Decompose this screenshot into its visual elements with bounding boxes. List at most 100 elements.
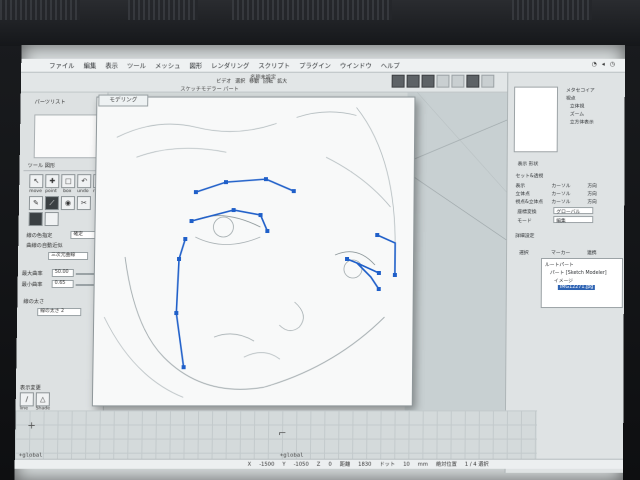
system-status-icons: ◔ ◂ ◷ [592,61,615,68]
toolbar-opt-move[interactable]: 移動 [249,78,259,85]
control-point[interactable] [345,257,350,262]
control-point[interactable] [375,233,380,238]
rp-row-extra[interactable]: 方向 [587,182,597,189]
toolbar-mode-label[interactable]: ビデオ [216,78,231,85]
erase-tool-button[interactable] [44,212,59,227]
tree-root[interactable]: ルートパート [545,261,574,268]
rp-row-value[interactable]: カーソル [551,198,570,205]
edge-tool-button[interactable] [421,74,435,88]
light-tool-button[interactable] [481,74,495,88]
rp-section-set[interactable]: セット&透視 [516,172,544,179]
min-curvature-field[interactable]: 0.65 [51,280,74,289]
camera-tool-button[interactable] [466,74,480,88]
curve-tool-button[interactable]: ⟋ [44,196,60,211]
modeling-tab[interactable]: モデリング [98,94,149,107]
rp-row-label: 表示 [515,184,526,190]
ceiling-vent [512,0,592,20]
rp-row-extra[interactable]: 方向 [587,190,597,197]
status-unit[interactable]: mm [418,461,428,467]
pen-tool-button[interactable]: ✎ [28,196,44,211]
control-point[interactable] [174,310,179,315]
object-tool-button[interactable] [451,74,465,88]
rp-mode-select[interactable]: 編集 [553,216,594,224]
eye-left-curve [191,209,269,232]
box-tool-button[interactable]: □ [61,174,76,189]
menu-bar: ファイル 編集 表示 ツール メッシュ 図形 レンダリング スクリプト プラグイ… [21,58,625,73]
parts-list[interactable] [33,114,105,159]
tree-part[interactable]: パート [Sketch Modeler] [550,269,607,276]
rp-item-stereo[interactable]: 立体視 [570,103,584,110]
menu-item-render[interactable]: レンダリング [211,61,249,70]
control-point[interactable] [265,229,270,234]
curve-mode-field[interactable]: 三次元曲線 [48,252,89,261]
control-point[interactable] [292,189,297,194]
control-point[interactable] [376,286,381,291]
menu-item-plugin[interactable]: プラグイン [299,61,331,70]
control-point[interactable] [189,219,194,224]
tree-tab-select[interactable]: 選択 [519,249,529,256]
status-x: -1500 [259,461,275,468]
rp-item-metaseq[interactable]: メタセコイア [566,87,595,94]
rp-row-extra[interactable]: 方向 [587,198,597,205]
rp-detail-label[interactable]: 詳細設定 [515,232,534,239]
thickness-select[interactable]: 線の太さ 2 [37,308,82,317]
rp-coord-select[interactable]: グローバル [553,207,594,215]
part-tree[interactable]: ルートパート パート [Sketch Modeler] イメージ IMG1227… [540,258,624,309]
shade-display-button[interactable]: △ [35,392,50,407]
tree-tab-link[interactable]: 連携 [587,249,597,256]
face-tool-button[interactable] [436,74,450,88]
menu-item-tools[interactable]: ツール [127,61,146,70]
status-mode[interactable]: 絶対位置 [436,461,457,468]
control-point[interactable] [181,364,186,369]
control-point[interactable] [183,237,188,242]
toolbar-opt-scale[interactable]: 拡大 [277,78,287,85]
control-point[interactable] [264,177,269,182]
rp-item-cube[interactable]: 立方体表示 [570,118,594,125]
control-point[interactable] [231,208,236,213]
move-tool-button[interactable]: ↖ [29,174,44,189]
sketch-drawing[interactable] [93,98,417,408]
tree-image[interactable]: イメージ [554,277,573,284]
vertex-tool-button[interactable] [406,74,420,88]
volume-icon: ◂ [601,60,605,68]
toolbar-opt-rotate[interactable]: 回転 [263,78,273,85]
status-scale: 1830 [358,461,372,468]
point-tool-button[interactable]: ✚ [45,174,60,189]
undo-button[interactable]: ↶ [77,174,92,189]
smooth-tool-button[interactable] [28,212,43,227]
cursor-tool-button[interactable] [391,74,405,88]
control-point[interactable] [224,180,229,185]
navigation-cube[interactable] [513,86,559,153]
max-curvature-field[interactable]: 50.00 [51,268,74,278]
control-points[interactable] [174,177,398,369]
control-point[interactable] [258,213,263,218]
rp-item-view[interactable]: 視点 [566,95,576,102]
control-point[interactable] [194,190,199,195]
rp-row-value[interactable]: カーソル [551,182,570,189]
menu-item-view[interactable]: 表示 [105,61,118,70]
cut-tool-button[interactable]: ✂ [76,196,91,211]
sketch-face-outline [124,256,385,389]
menu-item-file[interactable]: ファイル [49,61,75,70]
rp-item-zoom[interactable]: ズーム [570,110,584,117]
sketch-left-iris [213,216,234,238]
menu-item-shape[interactable]: 図形 [189,61,202,70]
menu-item-edit[interactable]: 編集 [83,61,96,70]
ceiling [0,0,640,46]
circle-tool-button[interactable]: ◉ [60,196,76,211]
menu-item-help[interactable]: ヘルプ [381,61,400,70]
menu-item-mesh[interactable]: メッシュ [155,61,181,70]
rp-row-label: 視点&立体点 [515,200,544,206]
rp-row-value[interactable]: カーソル [551,190,570,197]
menu-item-script[interactable]: スクリプト [258,61,290,70]
control-point[interactable] [392,272,397,277]
line-display-button[interactable]: / [19,392,34,407]
menu-item-window[interactable]: ウインドウ [340,61,372,70]
toolbar-opt-select[interactable]: 選択 [235,78,245,85]
line-color-field[interactable]: 確定 [70,231,97,240]
tree-file-selected[interactable]: IMG12271.jpg [557,285,596,291]
control-point[interactable] [376,270,381,275]
sketch-canvas-window[interactable] [91,96,417,408]
control-point[interactable] [177,257,182,262]
tree-tab-marker[interactable]: マーカー [551,249,570,256]
